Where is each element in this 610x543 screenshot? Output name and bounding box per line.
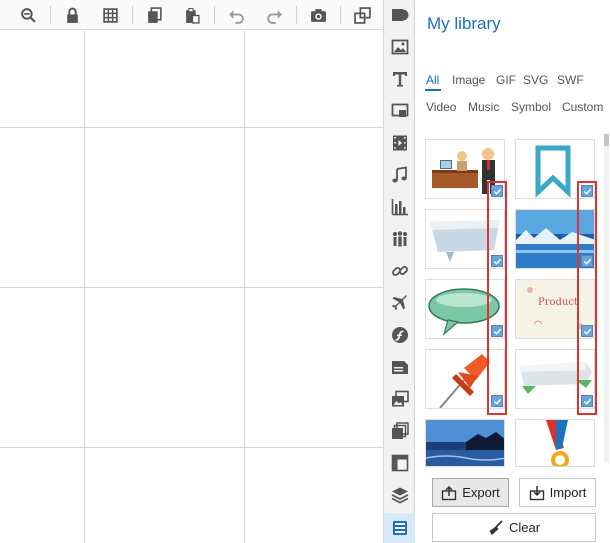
photo-gallery-icon[interactable] [389,388,411,410]
grid-line [0,287,383,288]
paste-icon[interactable] [182,5,202,25]
link-icon[interactable] [389,260,411,282]
slide-icon[interactable] [389,356,411,378]
clear-button[interactable]: Clear [432,513,596,542]
top-toolbar [0,0,383,30]
layout-icon[interactable] [389,452,411,474]
chart-icon[interactable] [389,196,411,218]
video-icon[interactable] [389,132,411,154]
image-icon[interactable] [389,36,411,58]
airplane-icon[interactable] [389,292,411,314]
tab-svg[interactable]: SVG [523,73,548,87]
import-icon [529,485,544,500]
tab-gif[interactable]: GIF [496,73,516,87]
tab-swf[interactable]: SWF [557,73,584,87]
tab-symbol[interactable]: Symbol [511,100,551,114]
library-icon[interactable] [384,513,415,543]
library-item-medal-ribbon[interactable] [515,419,595,467]
flash-icon[interactable] [389,324,411,346]
tab-custom[interactable]: Custom [562,100,603,114]
resize-icon[interactable] [352,5,372,25]
library-item-sea-rocks-landscape[interactable] [425,419,505,467]
lock-icon[interactable] [62,5,82,25]
layers-icon[interactable] [389,484,411,506]
checkbox-column-highlight [487,181,507,415]
export-icon [442,485,457,500]
undo-icon[interactable] [226,5,246,25]
grid-icon[interactable] [100,5,120,25]
redo-icon[interactable] [264,5,284,25]
product-text: Product [538,297,578,308]
library-title: My library [427,14,501,33]
app-window: My library All Image GIF SVG SWF Video M… [0,0,610,543]
copy-icon[interactable] [144,5,164,25]
grid-line [0,127,383,128]
element-icon-bar [383,0,415,543]
library-scrollbar-thumb[interactable] [604,134,609,146]
zoom-out-icon[interactable] [18,5,38,25]
import-label: Import [549,485,587,500]
callout-icon[interactable] [389,100,411,122]
library-scrollbar[interactable] [604,133,609,463]
library-panel: My library All Image GIF SVG SWF Video M… [415,0,610,543]
camera-icon[interactable] [308,5,328,25]
export-label: Export [462,485,500,500]
grid-line [0,447,383,448]
layers-stack-icon[interactable] [389,420,411,442]
tab-video[interactable]: Video [426,100,456,114]
import-button[interactable]: Import [519,478,596,507]
tab-music[interactable]: Music [468,100,499,114]
broom-icon [489,519,503,535]
text-icon[interactable] [389,68,411,90]
active-tab-indicator [425,89,441,91]
tab-image[interactable]: Image [452,73,485,87]
checkbox-column-highlight [577,181,597,415]
music-icon[interactable] [389,164,411,186]
design-canvas[interactable] [0,31,383,543]
people-icon[interactable] [389,228,411,250]
shapes-icon[interactable] [389,4,411,26]
export-button[interactable]: Export [432,478,509,507]
clear-label: Clear [508,520,541,535]
tab-all[interactable]: All [426,73,439,87]
